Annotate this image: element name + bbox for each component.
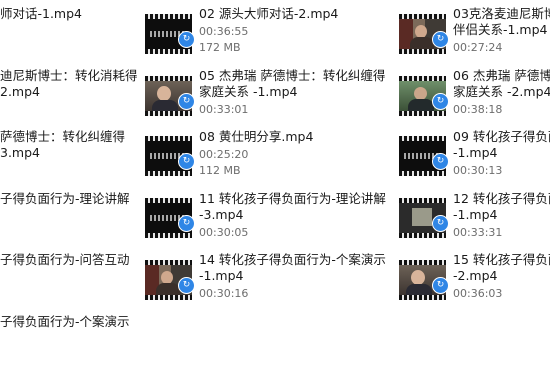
file-name: 14 转化孩子得负面行为-个案演示: [199, 252, 386, 267]
file-name-line2: -2.mp4: [453, 268, 498, 283]
file-name-line2: 3.mp4: [0, 145, 40, 160]
sync-icon: ↻: [432, 153, 449, 170]
sync-icon: ↻: [432, 215, 449, 232]
sync-icon: ↻: [432, 31, 449, 48]
file-duration: 00:27:24: [453, 41, 503, 54]
file-name: 15 转化孩子得负面: [453, 252, 550, 267]
file-name: 09 转化孩子得负面: [453, 129, 550, 144]
file-duration: 00:33:01: [199, 103, 249, 116]
file-name: 05 杰弗瑞 萨德博士：转化纠缠得: [199, 68, 386, 83]
file-duration: 00:30:13: [453, 164, 503, 177]
file-duration: 00:33:31: [453, 226, 503, 239]
file-name-line2: -1.mp4: [453, 207, 498, 222]
file-name: 子得负面行为-个案演示: [0, 314, 130, 329]
file-duration: 00:30:05: [199, 226, 249, 239]
file-name: 02 源头大师对话-2.mp4: [199, 6, 339, 21]
file-name: 子得负面行为-理论讲解: [0, 191, 130, 206]
file-name: 03克洛麦迪尼斯博: [453, 6, 550, 21]
file-name: 08 黄仕明分享.mp4: [199, 129, 314, 144]
file-duration: 00:38:18: [453, 103, 503, 116]
sync-icon: ↻: [178, 93, 195, 110]
sync-icon: ↻: [178, 153, 195, 170]
file-name-line2: -1.mp4: [199, 268, 244, 283]
sync-icon: ↻: [178, 31, 195, 48]
sync-icon: ↻: [432, 277, 449, 294]
file-name-line2: 家庭关系 -2.mp4: [453, 84, 550, 99]
file-name-line2: 2.mp4: [0, 84, 40, 99]
file-name-line2: -3.mp4: [199, 207, 244, 222]
file-duration: 00:30:16: [199, 287, 249, 300]
file-duration: 00:25:20: [199, 148, 249, 161]
file-name: 迪尼斯博士：转化消耗得: [0, 68, 138, 83]
file-name: 06 杰弗瑞 萨德博: [453, 68, 550, 83]
file-name-line2: 伴侣关系-1.mp4: [453, 22, 548, 37]
file-name: 子得负面行为-问答互动: [0, 252, 130, 267]
sync-icon: ↻: [178, 277, 195, 294]
file-name-line2: -1.mp4: [453, 145, 498, 160]
file-name-line2: 家庭关系 -1.mp4: [199, 84, 298, 99]
file-name: 萨德博士：转化纠缠得: [0, 129, 126, 144]
file-duration: 00:36:03: [453, 287, 503, 300]
file-name: 11 转化孩子得负面行为-理论讲解: [199, 191, 386, 206]
file-duration: 00:36:55: [199, 25, 249, 38]
sync-icon: ↻: [178, 215, 195, 232]
file-name: 12 转化孩子得负面: [453, 191, 550, 206]
file-name: 师对话-1.mp4: [0, 6, 83, 21]
file-size: 112 MB: [199, 164, 241, 177]
sync-icon: ↻: [432, 93, 449, 110]
file-size: 172 MB: [199, 41, 241, 54]
